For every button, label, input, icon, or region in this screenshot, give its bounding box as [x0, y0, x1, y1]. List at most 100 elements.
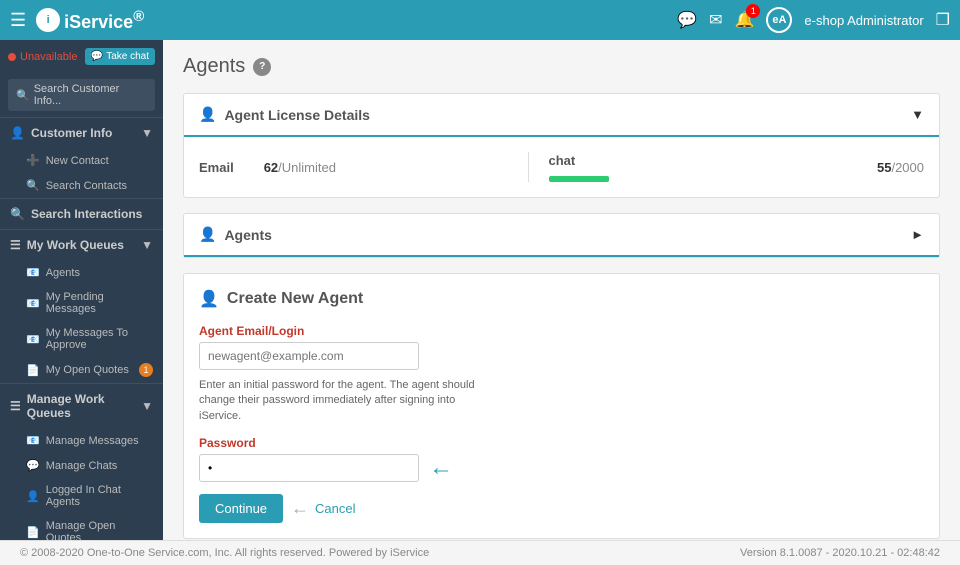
powered-by-text: Powered by iService [329, 547, 429, 559]
footer-left: © 2008-2020 One-to-One Service.com, Inc.… [20, 547, 429, 559]
sidebar-section-customer-info-header[interactable]: 👤 Customer Info ▼ [0, 118, 163, 148]
sidebar-section-customer-info: 👤 Customer Info ▼ ➕ New Contact 🔍 Search… [0, 117, 163, 198]
manage-quotes-icon: 📄 [26, 526, 40, 539]
take-chat-button[interactable]: 💬 Take chat [85, 48, 155, 65]
chevron-down-icon-wq: ▼ [141, 238, 153, 252]
chat-license-item: chat [549, 153, 858, 182]
password-hint: Enter an initial password for the agent.… [199, 378, 499, 424]
sidebar-section-manage-work-queues-header[interactable]: ☰ Manage Work Queues ▼ [0, 384, 163, 428]
status-dot [8, 53, 16, 61]
chat-agents-icon: 👤 [26, 490, 40, 503]
license-card: 👤 Agent License Details ▼ Email 62/Unlim… [183, 93, 940, 198]
work-queues-icon: ☰ [10, 238, 21, 252]
sidebar-section-manage-work-queues-title: ☰ Manage Work Queues [10, 392, 141, 420]
footer-version: Version 8.1.0087 - 2020.10.21 - 02:48:42 [740, 547, 940, 559]
approve-icon: 📧 [26, 333, 40, 346]
cancel-button[interactable]: Cancel [315, 501, 355, 516]
agents-card: 👤 Agents ► [183, 213, 940, 258]
person-icon-create: 👤 [199, 289, 219, 309]
sidebar-section-search-interactions-header[interactable]: 🔍 Search Interactions [0, 199, 163, 229]
manage-wq-icon: ☰ [10, 399, 21, 413]
pending-icon: 📧 [26, 297, 40, 310]
create-agent-title: 👤 Create New Agent [199, 289, 924, 309]
license-card-title: 👤 Agent License Details [199, 106, 370, 123]
sidebar: Unavailable 💬 Take chat 🔍 Search Custome… [0, 40, 163, 540]
quotes-badge: 1 [139, 363, 153, 377]
license-divider [528, 152, 529, 182]
license-card-header[interactable]: 👤 Agent License Details ▼ [184, 94, 939, 137]
nav-left: ☰ i iService® [10, 8, 144, 33]
inbox-icon: 📧 [26, 266, 40, 279]
continue-button[interactable]: Continue [199, 494, 283, 523]
search-box: 🔍 Search Customer Info... [0, 73, 163, 117]
status-unavailable: Unavailable [8, 51, 77, 63]
sidebar-section-my-work-queues-header[interactable]: ☰ My Work Queues ▼ [0, 230, 163, 260]
top-navigation: ☰ i iService® 💬 ✉ 🔔 1 eA e-shop Administ… [0, 0, 960, 40]
person-icon-license: 👤 [199, 106, 216, 123]
chevron-down-icon: ▼ [141, 126, 153, 140]
sidebar-item-manage-open-quotes[interactable]: 📄 Manage Open Quotes [0, 514, 163, 540]
plus-icon: ➕ [26, 154, 40, 167]
license-row: Email 62/Unlimited chat 55/2000 [199, 152, 924, 182]
logo: i iService® [36, 8, 144, 33]
chevron-down-license: ▼ [911, 107, 924, 122]
hamburger-menu[interactable]: ☰ [10, 10, 26, 31]
sidebar-section-my-work-queues: ☰ My Work Queues ▼ 📧 Agents 📧 My Pending… [0, 229, 163, 383]
chevron-down-icon-mwq: ▼ [141, 399, 153, 413]
main-layout: Unavailable 💬 Take chat 🔍 Search Custome… [0, 40, 960, 540]
email-license-value: 62/Unlimited [264, 160, 336, 175]
search-placeholder-text: Search Customer Info... [34, 83, 147, 107]
chat-license-count: 55/2000 [877, 160, 924, 175]
license-card-body: Email 62/Unlimited chat 55/2000 [184, 137, 939, 197]
chevron-right-agents: ► [911, 227, 924, 242]
email-license-item: Email 62/Unlimited [199, 160, 508, 175]
continue-row: Continue ← Cancel [199, 482, 924, 523]
password-input[interactable] [199, 454, 419, 482]
sidebar-item-new-contact[interactable]: ➕ New Contact [0, 148, 163, 173]
person-icon-agents: 👤 [199, 226, 216, 243]
page-title-text: Agents [183, 55, 245, 78]
main-content: Agents ? 👤 Agent License Details ▼ Email… [163, 40, 960, 540]
status-bar: Unavailable 💬 Take chat [0, 40, 163, 73]
sidebar-item-manage-messages[interactable]: 📧 Manage Messages [0, 428, 163, 453]
footer: © 2008-2020 One-to-One Service.com, Inc.… [0, 540, 960, 565]
copyright-text: © 2008-2020 One-to-One Service.com, Inc.… [20, 547, 326, 559]
help-icon[interactable]: ? [253, 58, 271, 76]
chat-license-bar [549, 176, 609, 182]
person-icon: 👤 [10, 126, 25, 140]
email-login-input[interactable] [199, 342, 419, 370]
email-nav-icon[interactable]: ✉ [709, 10, 722, 30]
agents-card-title: 👤 Agents [199, 226, 272, 243]
password-row: ← [199, 454, 924, 482]
logo-icon: i [36, 8, 60, 32]
sidebar-item-search-contacts[interactable]: 🔍 Search Contacts [0, 173, 163, 198]
sidebar-item-my-open-quotes[interactable]: 📄 My Open Quotes 1 [0, 357, 163, 383]
search-icon: 🔍 [16, 89, 30, 102]
arrow-indicator: ← [429, 454, 453, 482]
manage-chats-icon: 💬 [26, 459, 40, 472]
sidebar-item-logged-in-chat-agents[interactable]: 👤 Logged In Chat Agents [0, 478, 163, 514]
sidebar-section-search-interactions: 🔍 Search Interactions [0, 198, 163, 229]
sidebar-item-manage-chats[interactable]: 💬 Manage Chats [0, 453, 163, 478]
chat-license-label: chat [549, 153, 576, 168]
search-customer-input[interactable]: 🔍 Search Customer Info... [8, 79, 155, 111]
sidebar-item-my-message-inbox[interactable]: 📧 Agents [0, 260, 163, 285]
sidebar-item-my-pending-messages[interactable]: 📧 My Pending Messages [0, 285, 163, 321]
sidebar-section-customer-info-title: 👤 Customer Info [10, 126, 112, 140]
logo-text: iService® [64, 8, 144, 33]
agents-card-header[interactable]: 👤 Agents ► [184, 214, 939, 257]
notifications-icon[interactable]: 🔔 1 [735, 10, 755, 30]
email-license-label: Email [199, 160, 234, 175]
share-icon[interactable]: ❐ [936, 10, 950, 30]
sidebar-item-my-messages-approve[interactable]: 📧 My Messages To Approve [0, 321, 163, 357]
notification-badge: 1 [746, 4, 760, 18]
nav-right: 💬 ✉ 🔔 1 eA e-shop Administrator ❐ [677, 7, 950, 33]
create-agent-card: 👤 Create New Agent Agent Email/Login Ent… [183, 273, 940, 539]
email-login-label: Agent Email/Login [199, 324, 924, 338]
manage-msg-icon: 📧 [26, 434, 40, 447]
sidebar-section-search-interactions-title: 🔍 Search Interactions [10, 207, 142, 221]
chat-nav-icon[interactable]: 💬 [677, 10, 697, 30]
admin-avatar[interactable]: eA [766, 7, 792, 33]
quotes-icon: 📄 [26, 364, 40, 377]
sidebar-section-my-work-queues-title: ☰ My Work Queues [10, 238, 124, 252]
